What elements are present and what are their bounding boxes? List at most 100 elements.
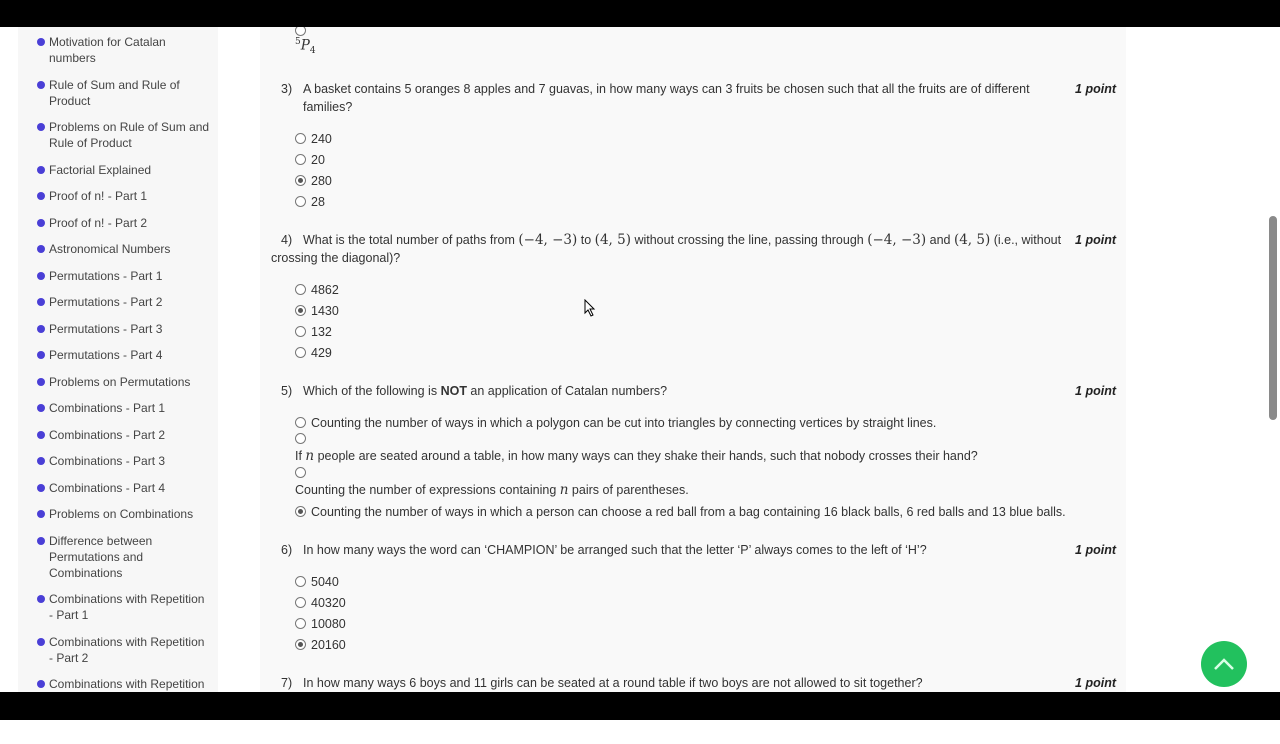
sidebar-item[interactable]: Proof of n! - Part 2 <box>18 215 218 231</box>
radio-button[interactable] <box>295 576 306 587</box>
question-text: Which of the following is NOT an applica… <box>303 382 1116 400</box>
quiz-panel: 3. 5P4 3)A basket contains 5 oranges 8 a… <box>260 0 1126 720</box>
text: 429 <box>311 345 332 360</box>
option-text: 280 <box>311 174 332 188</box>
sidebar-item-label: Difference between Permutations and Comb… <box>49 533 153 580</box>
question-points: 1 point <box>1075 233 1116 247</box>
answer-option[interactable]: Counting the number of expressions conta… <box>295 467 1116 501</box>
text: 280 <box>311 173 332 188</box>
question-points: 1 point <box>1075 543 1116 557</box>
sidebar-item[interactable]: Combinations - Part 2 <box>18 427 218 443</box>
answer-option[interactable]: 5040 <box>295 571 1116 592</box>
option-text: 240 <box>311 132 332 146</box>
answer-option[interactable]: 10080 <box>295 613 1116 634</box>
answer-option[interactable]: 4862 <box>295 279 1116 300</box>
sidebar-item[interactable]: Problems on Permutations <box>18 374 218 390</box>
sidebar-item[interactable]: Proof of n! - Part 1 <box>18 188 218 204</box>
radio-button[interactable] <box>295 196 306 207</box>
bullet-icon <box>37 637 45 646</box>
question: 3) A basket contains 5 oranges 8 apples a… <box>260 80 1126 212</box>
text: Counting the number of ways in which a p… <box>311 415 937 430</box>
bullet-icon <box>37 430 45 439</box>
radio-button[interactable] <box>295 326 306 337</box>
sidebar-item-label: Proof of n! - Part 1 <box>49 189 148 203</box>
sidebar-item[interactable]: Permutations - Part 3 <box>18 321 218 337</box>
radio-button[interactable] <box>295 284 306 295</box>
math-expression: (4, 5) <box>953 232 991 248</box>
question-points: 1 point <box>1075 676 1116 690</box>
bullet-icon <box>37 324 45 333</box>
sidebar-item[interactable]: Motivation for Catalan numbers <box>18 34 218 66</box>
top-letterbox <box>0 0 1280 27</box>
sidebar-item-label: Combinations - Part 4 <box>49 480 166 495</box>
text: 10080 <box>311 616 346 631</box>
answer-option[interactable]: 28 <box>295 191 1116 212</box>
bullet-icon <box>37 245 45 253</box>
course-sidebar: ScienceMotivation for Catalan numbersRul… <box>18 0 218 720</box>
sidebar-item[interactable]: Permutations - Part 4 <box>18 347 218 363</box>
sidebar-item-label: Combinations - Part 3 <box>49 454 166 468</box>
answer-option[interactable]: 20 <box>295 149 1116 170</box>
sidebar-item-label: Combinations with Repetition <box>49 677 205 691</box>
answer-option[interactable]: 40320 <box>295 592 1116 613</box>
radio-button[interactable] <box>295 639 306 650</box>
option-text: 20160 <box>311 638 346 652</box>
scrollbar-thumb[interactable] <box>1269 216 1277 420</box>
answer-option[interactable]: Counting the number of ways in which a p… <box>295 412 1116 433</box>
text: A basket contains 5 oranges 8 apples and… <box>303 82 1030 114</box>
sidebar-item-label: Combinations - Part 2 <box>49 427 166 442</box>
radio-button[interactable] <box>295 597 306 608</box>
bullet-icon <box>37 298 45 306</box>
sidebar-item[interactable]: Combinations - Part 1 <box>18 400 218 416</box>
text: 1430 <box>311 303 339 318</box>
bullet-icon <box>37 483 45 492</box>
sidebar-item[interactable]: Difference between Permutations and Comb… <box>18 533 218 581</box>
answer-option[interactable]: 1430 <box>295 300 1116 321</box>
question: 6) In how many ways the word can ‘CHAMPIO… <box>260 541 1126 655</box>
bullet-icon <box>37 404 45 412</box>
sidebar-item-label: Permutations - Part 1 <box>49 268 163 283</box>
answer-option[interactable]: If n people are seated around a table, i… <box>295 433 1116 467</box>
sidebar-item[interactable]: Combinations with Repetition - Part 2 <box>18 634 218 666</box>
answer-option[interactable]: 240 <box>295 128 1116 149</box>
sidebar-item[interactable]: Combinations with Repetition <box>18 676 218 692</box>
sidebar-item[interactable]: Factorial Explained <box>18 162 218 178</box>
sidebar-item[interactable]: Astronomical Numbers <box>18 241 218 257</box>
math-expression: (−4, −3) <box>867 232 927 248</box>
option-text: If n people are seated around a table, i… <box>295 448 978 464</box>
sidebar-item[interactable]: Combinations with Repetition - Part 1 <box>18 591 218 623</box>
option-text: 1430 <box>311 304 339 318</box>
sidebar-item[interactable]: Combinations - Part 4 <box>18 480 218 496</box>
radio-button[interactable] <box>295 154 306 165</box>
sidebar-item[interactable]: Permutations - Part 1 <box>18 268 218 284</box>
question-number: 7) <box>281 676 293 690</box>
bullet-icon <box>37 271 45 280</box>
question-points: 1 point <box>1075 384 1116 398</box>
radio-button[interactable] <box>295 433 306 444</box>
sidebar-item-label: Permutations - Part 2 <box>49 295 163 309</box>
sidebar-item[interactable]: Permutations - Part 2 <box>18 294 218 310</box>
radio-button[interactable] <box>295 417 306 428</box>
text: pairs of parentheses. <box>568 483 689 497</box>
radio-button[interactable] <box>295 467 306 478</box>
answer-option[interactable]: 280 <box>295 170 1116 191</box>
radio-button[interactable] <box>295 133 306 144</box>
answer-option[interactable]: 132 <box>295 321 1116 342</box>
sidebar-item[interactable]: Problems on Combinations <box>18 506 218 522</box>
radio-button[interactable] <box>295 506 306 517</box>
answer-option[interactable]: 429 <box>295 342 1116 363</box>
sidebar-item[interactable]: Problems on Rule of Sum and Rule of Prod… <box>18 119 218 151</box>
sidebar-item[interactable]: Combinations - Part 3 <box>18 453 218 469</box>
radio-button[interactable] <box>295 175 306 186</box>
scroll-to-top-button[interactable] <box>1201 641 1247 687</box>
sidebar-item-label: Combinations with Repetition - Part 1 <box>49 592 205 622</box>
sidebar-item[interactable]: Rule of Sum and Rule of Product <box>18 77 218 109</box>
answer-option[interactable]: 20160 <box>295 634 1116 655</box>
radio-button[interactable] <box>295 347 306 358</box>
text: If <box>295 449 306 463</box>
radio-button[interactable] <box>295 305 306 316</box>
question-text: In how many ways the word can ‘CHAMPION’… <box>303 541 1116 559</box>
answer-option[interactable]: Counting the number of ways in which a p… <box>295 501 1116 522</box>
text: Counting the number of ways in which a p… <box>311 504 1066 519</box>
radio-button[interactable] <box>295 618 306 629</box>
